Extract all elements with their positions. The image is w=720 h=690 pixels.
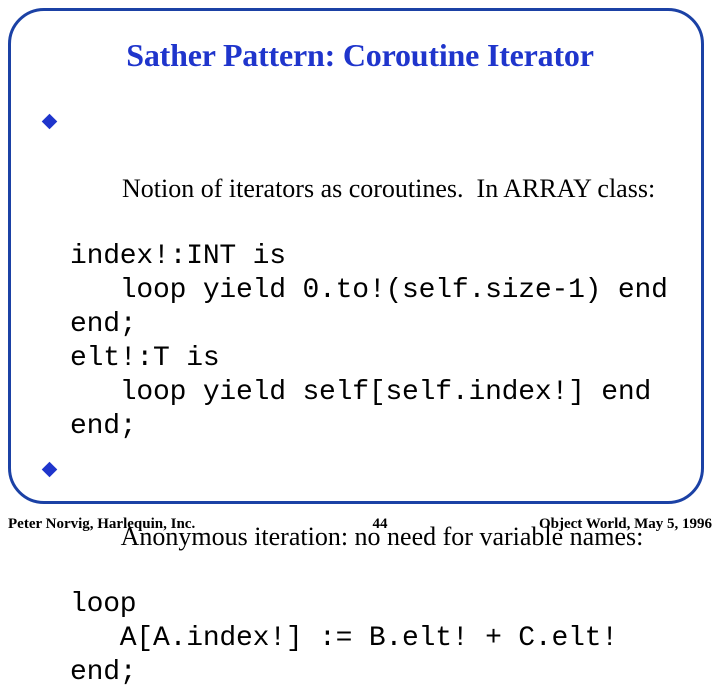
- page-title: Sather Pattern: Coroutine Iterator: [126, 37, 594, 73]
- diamond-bullet-icon: [41, 113, 58, 130]
- code-line-1-5: loop yield self[self.index!] end: [70, 377, 652, 408]
- code-line-1-2: loop yield 0.to!(self.size-1) end: [70, 275, 668, 306]
- code-line-1-6: end;: [70, 411, 137, 442]
- code-line-2-3: end;: [70, 657, 137, 688]
- slide-content: Notion of iterators as coroutines. In AR…: [41, 104, 694, 690]
- code-line-1-4: elt!:T is: [70, 343, 220, 374]
- code-line-2-2: A[A.index!] := B.elt! + C.elt!: [70, 623, 618, 654]
- bullet-item-1: Notion of iterators as coroutines. In AR…: [41, 104, 694, 240]
- slide: Sather Pattern: Coroutine Iterator Notio…: [0, 0, 720, 688]
- footer-event: Object World, May 5, 1996: [538, 516, 712, 532]
- diamond-bullet-icon: [41, 461, 58, 478]
- code-line-2-1: loop: [70, 589, 137, 620]
- code-line-1-3: end;: [70, 309, 137, 340]
- bullet-item-1-label: Notion of iterators as coroutines. In AR…: [122, 174, 656, 203]
- code-line-1-1: index!:INT is: [70, 241, 286, 272]
- content-block-1: Notion of iterators as coroutines. In AR…: [41, 104, 694, 444]
- content-block-2: Anonymous iteration: no need for variabl…: [41, 452, 694, 690]
- slide-footer: Peter Norvig, Harlequin, Inc. 44 Object …: [0, 514, 720, 540]
